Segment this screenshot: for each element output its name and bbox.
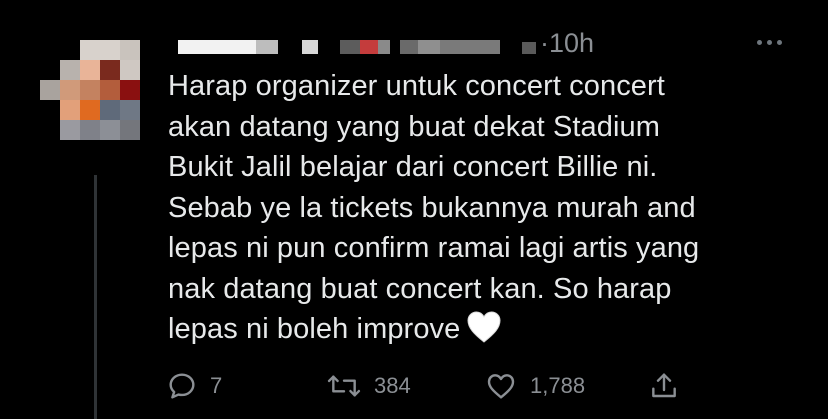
retweet-count: 384	[374, 373, 411, 398]
tweet-text-line: Bukit Jalil belajar dari concert Billie …	[168, 151, 658, 183]
tweet-timestamp[interactable]: ·10h	[540, 28, 594, 59]
tweet-text-line: nak datang buat concert kan. So harap	[168, 272, 672, 305]
tweet-text-line: Harap organizer untuk concert concert	[168, 70, 665, 102]
tweet-text-line: lepas ni boleh improve	[168, 313, 461, 345]
retweet-icon	[327, 375, 361, 397]
white-heart-emoji-icon	[467, 311, 501, 343]
tweet-text-line: Sebab ye la tickets bukannya murah and	[168, 191, 696, 224]
avatar[interactable]	[40, 40, 160, 144]
like-button[interactable]: 1,788	[484, 366, 585, 406]
like-count: 1,788	[530, 373, 586, 398]
tweet-text: Harap organizer untuk concert concert ak…	[168, 66, 788, 350]
tweet-text-line-last: lepas ni boleh improve	[168, 309, 788, 350]
tweet-text-line: akan datang yang buat dekat Stadium	[168, 110, 661, 143]
reply-icon	[169, 373, 195, 399]
reply-button[interactable]: 7	[166, 366, 222, 406]
tweet-actions: 7 384 1,788	[0, 366, 828, 406]
tweet[interactable]: ·10h Harap organizer untuk concert conce…	[0, 0, 828, 419]
share-icon	[652, 373, 676, 398]
reply-count: 7	[210, 373, 223, 398]
like-icon	[487, 374, 515, 399]
retweet-button[interactable]: 384	[326, 366, 411, 406]
tweet-text-line: lepas ni pun confirm ramai lagi artis ya…	[168, 232, 700, 264]
share-button[interactable]	[648, 366, 680, 406]
more-icon[interactable]	[750, 30, 790, 54]
